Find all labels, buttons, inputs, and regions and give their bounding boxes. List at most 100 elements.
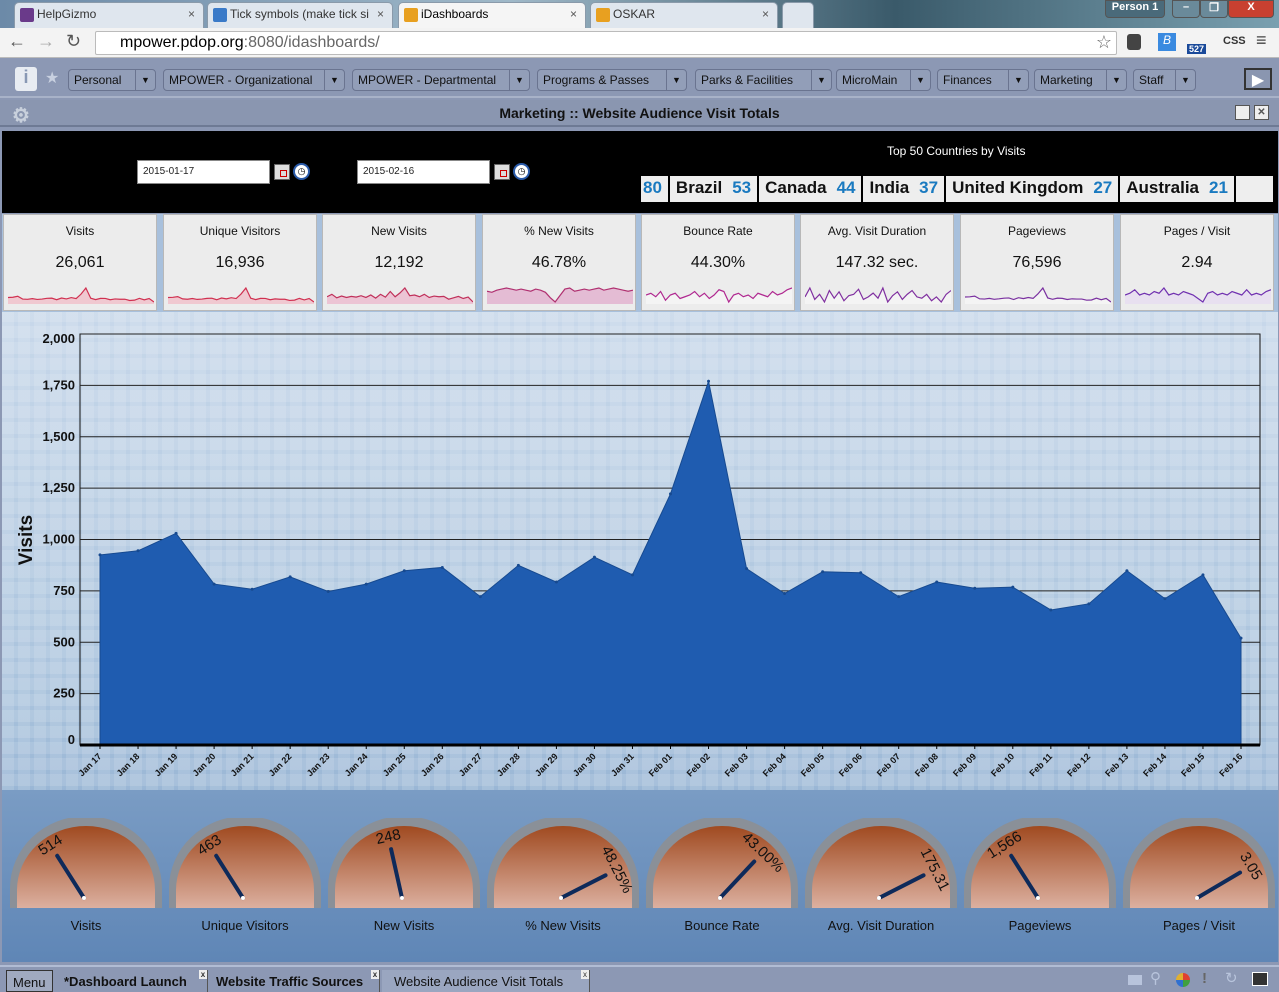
pie-chart-icon[interactable]: [1176, 973, 1190, 987]
gauge-bounce-rate[interactable]: 43.00% Bounce Rate: [644, 816, 800, 938]
end-date-input[interactable]: 2015-02-16: [357, 160, 490, 184]
close-icon[interactable]: x: [581, 970, 589, 979]
gauge-new-visits[interactable]: 248 New Visits: [326, 816, 482, 938]
kpi-card--new-visits[interactable]: % New Visits 46.78%: [482, 214, 636, 311]
data-point[interactable]: [326, 589, 330, 593]
browser-tab-oskar[interactable]: OSKAR ×: [590, 2, 778, 28]
data-point[interactable]: [592, 555, 596, 559]
menu-item-parks-facilities[interactable]: Parks & Facilities ▼: [695, 69, 832, 91]
export-icon[interactable]: [1252, 972, 1268, 986]
data-point[interactable]: [402, 569, 406, 573]
browser-tab-tick-symbols[interactable]: Tick symbols (make tick si ×: [207, 2, 393, 28]
favorites-star-icon[interactable]: ★: [45, 68, 59, 88]
restore-window-button[interactable]: ❐: [1200, 0, 1228, 18]
gauge-unique-visitors[interactable]: 463 Unique Visitors: [167, 816, 323, 938]
data-point[interactable]: [516, 563, 520, 567]
minimize-window-button[interactable]: –: [1172, 0, 1200, 18]
reload-icon[interactable]: ↻: [66, 31, 81, 52]
data-point[interactable]: [1011, 585, 1015, 589]
data-point[interactable]: [288, 575, 292, 579]
gauge-visits[interactable]: 514 Visits: [8, 816, 164, 938]
data-point[interactable]: [174, 531, 178, 535]
css-extension-icon[interactable]: CSS: [1223, 35, 1246, 47]
chevron-down-icon[interactable]: ▼: [135, 70, 155, 90]
gauge--new-visits[interactable]: 48.25% % New Visits: [485, 816, 641, 938]
menu-item-staff[interactable]: Staff ▼: [1133, 69, 1196, 91]
kpi-card-bounce-rate[interactable]: Bounce Rate 44.30%: [641, 214, 795, 311]
close-tab-icon[interactable]: ×: [570, 7, 577, 21]
clock-icon[interactable]: ◷: [513, 163, 530, 180]
data-point[interactable]: [1125, 569, 1129, 573]
gauge-pageviews[interactable]: 1,566 Pageviews: [962, 816, 1118, 938]
taskbar-tab-dashboard-launch[interactable]: *Dashboard Launch x: [58, 970, 208, 992]
chevron-down-icon[interactable]: ▼: [811, 70, 831, 90]
chevron-down-icon[interactable]: ▼: [1175, 70, 1195, 90]
close-icon[interactable]: x: [199, 970, 207, 979]
next-arrow-button[interactable]: ▶: [1244, 68, 1272, 90]
close-icon[interactable]: x: [371, 970, 379, 979]
data-point[interactable]: [1201, 573, 1205, 577]
kpi-card-visits[interactable]: Visits 26,061: [3, 214, 157, 311]
data-point[interactable]: [859, 571, 863, 575]
menu-item-marketing[interactable]: Marketing ▼: [1034, 69, 1127, 91]
bookmark-star-icon[interactable]: ☆: [1096, 32, 1112, 53]
blogger-extension-icon[interactable]: B: [1158, 33, 1176, 51]
data-point[interactable]: [669, 492, 672, 496]
close-tab-icon[interactable]: ×: [188, 7, 195, 21]
forward-icon[interactable]: →: [37, 31, 55, 52]
back-icon[interactable]: ←: [8, 31, 26, 52]
chevron-down-icon[interactable]: ▼: [910, 70, 930, 90]
data-point[interactable]: [745, 567, 749, 571]
url-input[interactable]: mpower.pdop.org:8080/idashboards/ ☆: [95, 31, 1117, 55]
data-point[interactable]: [1049, 608, 1053, 612]
kpi-card-pageviews[interactable]: Pageviews 76,596: [960, 214, 1114, 311]
data-point[interactable]: [973, 586, 977, 590]
calendar-icon[interactable]: [274, 164, 290, 180]
browser-tab-helpgizmo[interactable]: HelpGizmo ×: [14, 2, 204, 28]
browser-tab-idashboards[interactable]: iDashboards ×: [398, 2, 586, 28]
minimize-panel-button[interactable]: [1235, 105, 1250, 120]
taskbar-tab-traffic-sources[interactable]: Website Traffic Sources x: [210, 970, 380, 992]
data-point[interactable]: [554, 580, 558, 584]
data-point[interactable]: [212, 582, 216, 586]
menu-item-micromain[interactable]: MicroMain ▼: [836, 69, 931, 91]
table-view-icon[interactable]: [1128, 975, 1142, 985]
kpi-card-avg-visit-duration[interactable]: Avg. Visit Duration 147.32 sec.: [800, 214, 954, 311]
data-point[interactable]: [364, 582, 368, 586]
chevron-down-icon[interactable]: ▼: [1106, 70, 1126, 90]
close-tab-icon[interactable]: ×: [377, 7, 384, 21]
data-point[interactable]: [897, 595, 901, 599]
data-point[interactable]: [1239, 636, 1243, 640]
data-point[interactable]: [707, 379, 711, 383]
gauge-avg-visit-duration[interactable]: 175.31 Avg. Visit Duration: [803, 816, 959, 938]
new-tab-button[interactable]: [782, 2, 814, 28]
menu-item-finances[interactable]: Finances ▼: [937, 69, 1029, 91]
chevron-down-icon[interactable]: ▼: [324, 70, 344, 90]
menu-item-mpower-organizational[interactable]: MPOWER - Organizational ▼: [163, 69, 345, 91]
taskbar-tab-audience-visit-totals[interactable]: Website Audience Visit Totals x: [382, 970, 590, 992]
settings-gear-icon[interactable]: ⚙: [12, 103, 30, 128]
search-icon[interactable]: ⚲: [1150, 969, 1161, 987]
data-point[interactable]: [440, 565, 444, 569]
close-panel-button[interactable]: ✕: [1254, 105, 1269, 120]
menu-hamburger-icon[interactable]: ≡: [1256, 30, 1267, 51]
clock-icon[interactable]: ◷: [293, 163, 310, 180]
data-point[interactable]: [478, 595, 482, 599]
data-point[interactable]: [935, 580, 939, 584]
data-point[interactable]: [1163, 597, 1167, 601]
refresh-icon[interactable]: ↻: [1225, 969, 1238, 987]
evernote-extension-icon[interactable]: [1127, 34, 1141, 50]
close-window-button[interactable]: X: [1228, 0, 1274, 18]
menu-item-personal[interactable]: Personal ▼: [68, 69, 156, 91]
extension-badge[interactable]: 527: [1187, 44, 1207, 54]
calendar-icon[interactable]: [494, 164, 510, 180]
data-point[interactable]: [250, 587, 254, 591]
data-point[interactable]: [98, 553, 102, 557]
data-point[interactable]: [136, 549, 140, 553]
data-point[interactable]: [821, 570, 825, 574]
chevron-down-icon[interactable]: ▼: [666, 70, 686, 90]
kpi-card-pages-visit[interactable]: Pages / Visit 2.94: [1120, 214, 1274, 311]
profile-button[interactable]: Person 1: [1105, 0, 1165, 18]
alert-icon[interactable]: !: [1202, 970, 1207, 987]
kpi-card-new-visits[interactable]: New Visits 12,192: [322, 214, 476, 311]
